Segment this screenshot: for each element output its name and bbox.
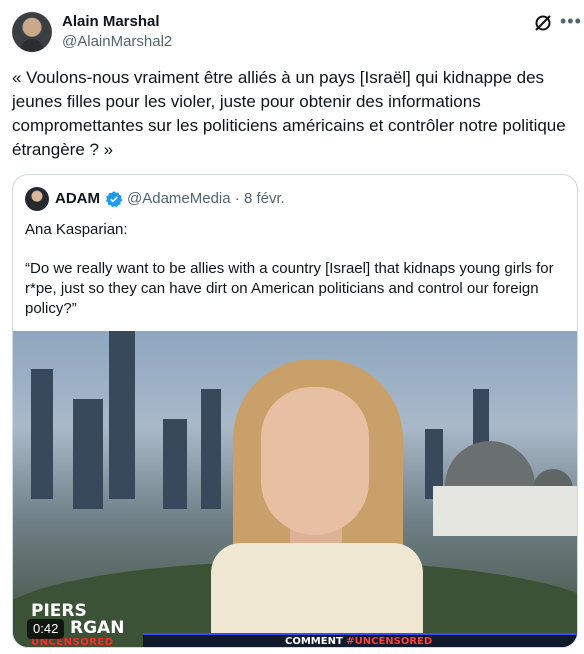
author-handle[interactable]: @AlainMarshal2 <box>62 33 172 50</box>
quoted-text-intro: Ana Kasparian: <box>25 221 128 238</box>
quoted-avatar[interactable] <box>25 187 49 211</box>
tweet: Alain Marshal @AlainMarshal2 ••• « Voulo… <box>0 0 584 654</box>
quoted-meta: @AdameMedia · 8 févr. <box>127 190 285 207</box>
ticker-text: COMMENT #UNCENSORED <box>285 633 433 647</box>
quoted-tweet[interactable]: ADAM @AdameMedia · 8 févr. Ana Kasparian… <box>12 174 578 648</box>
show-logo-line2: RGAN <box>70 618 125 638</box>
video-player[interactable]: PIERS RGAN UNCENSORED 0:42 COMMENT #UNCE… <box>13 331 577 647</box>
author-avatar[interactable] <box>12 12 52 52</box>
ticker-prefix: COMMENT <box>285 636 343 647</box>
skyline-building <box>73 399 103 509</box>
more-icon[interactable]: ••• <box>560 12 581 34</box>
tweet-text: « Voulons-nous vraiment être alliés à un… <box>12 68 566 159</box>
ticker-hashtag: #UNCENSORED <box>346 636 433 647</box>
skyline-building <box>31 369 53 499</box>
video-timestamp: 0:42 <box>27 619 65 639</box>
author-name[interactable]: Alain Marshal <box>62 13 160 30</box>
skyline-building <box>163 419 187 509</box>
skyline-building <box>109 331 135 499</box>
grok-icon[interactable] <box>532 12 554 34</box>
presenter-face <box>261 387 369 535</box>
observatory-building <box>433 486 577 536</box>
quoted-date[interactable]: 8 févr. <box>244 190 285 207</box>
verified-badge-icon <box>105 191 123 208</box>
skyline-building <box>201 389 221 509</box>
observatory-dome <box>445 441 535 486</box>
quoted-handle[interactable]: @AdameMedia <box>127 190 231 207</box>
quoted-text-quote: “Do we really want to be allies with a c… <box>25 260 554 317</box>
quoted-author-name[interactable]: ADAM <box>55 190 100 207</box>
meta-separator: · <box>234 190 240 207</box>
